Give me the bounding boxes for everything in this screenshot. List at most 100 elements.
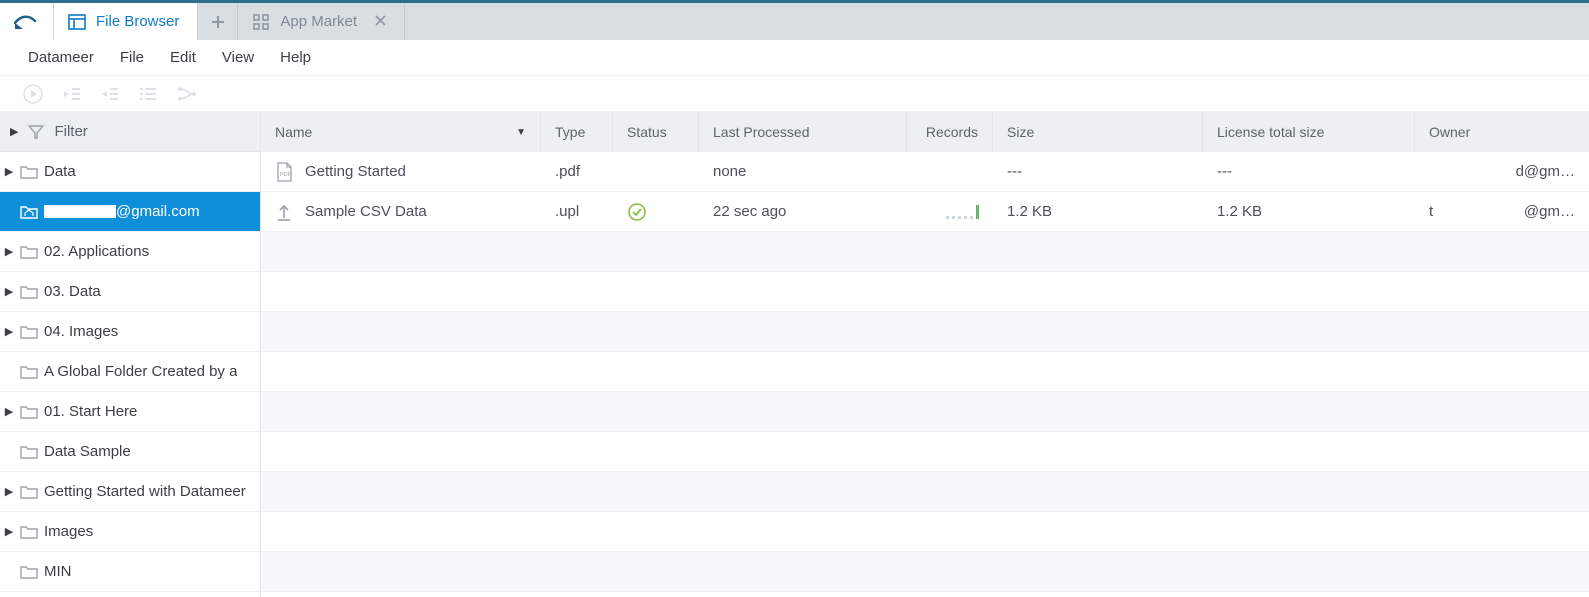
plus-icon bbox=[211, 15, 225, 29]
sidebar-item[interactable]: ▶03. Data bbox=[0, 272, 260, 312]
col-owner[interactable]: Owner bbox=[1415, 112, 1589, 152]
file-table: Name Type Status Last Processed Records … bbox=[261, 112, 1589, 597]
col-license[interactable]: License total size bbox=[1203, 112, 1415, 152]
pdf-file-icon: PDF bbox=[275, 162, 293, 182]
cell-license: 1.2 KB bbox=[1217, 203, 1262, 220]
col-name[interactable]: Name bbox=[261, 112, 541, 152]
outdent-icon bbox=[62, 85, 82, 103]
svg-text:PDF: PDF bbox=[280, 172, 292, 178]
cell-size: 1.2 KB bbox=[1007, 203, 1052, 220]
cell-owner-right: @gm… bbox=[1524, 203, 1575, 220]
folder-icon bbox=[20, 444, 38, 459]
toolbar-button-1[interactable] bbox=[62, 85, 82, 103]
cell-size: --- bbox=[1007, 163, 1022, 180]
toolbar-button-4[interactable] bbox=[176, 85, 198, 103]
sidebar: ▶ Filter ▶ Data @gmail.com ▶ 02. Application… bbox=[0, 112, 261, 597]
table-row-empty bbox=[261, 512, 1589, 552]
table-row-empty bbox=[261, 312, 1589, 352]
folder-icon bbox=[20, 404, 38, 419]
col-type[interactable]: Type bbox=[541, 112, 613, 152]
sidebar-item-label: Data Sample bbox=[44, 443, 131, 460]
col-last[interactable]: Last Processed bbox=[699, 112, 907, 152]
cell-owner-right: d@gm… bbox=[1516, 163, 1575, 180]
app-logo bbox=[0, 3, 54, 40]
col-status[interactable]: Status bbox=[613, 112, 699, 152]
cell-license: --- bbox=[1217, 163, 1232, 180]
sidebar-item[interactable]: ▶ Getting Started with Datameer bbox=[0, 472, 260, 512]
records-sparkline bbox=[946, 205, 979, 219]
cell-name: Getting Started bbox=[305, 163, 406, 180]
home-folder-icon bbox=[20, 204, 38, 219]
main: ▶ Filter ▶ Data @gmail.com ▶ 02. Application… bbox=[0, 112, 1589, 597]
sidebar-item[interactable]: ▶ Data bbox=[0, 152, 260, 192]
sidebar-item-label: 02. Applications bbox=[44, 243, 149, 260]
menu-bar: Datameer File Edit View Help bbox=[0, 40, 1589, 76]
caret-icon: ▶ bbox=[4, 165, 14, 178]
cell-type: .pdf bbox=[555, 163, 580, 180]
caret-icon: ▶ bbox=[4, 485, 14, 498]
table-row-empty bbox=[261, 472, 1589, 512]
table-row[interactable]: Sample CSV Data .upl 22 sec ago 1.2 KB 1.2 K… bbox=[261, 192, 1589, 232]
caret-icon: ▶ bbox=[4, 405, 14, 418]
sidebar-item-label: 01. Start Here bbox=[44, 403, 137, 420]
cell-name: Sample CSV Data bbox=[305, 203, 427, 220]
tab-app-market[interactable]: App Market bbox=[238, 3, 405, 40]
menu-datameer[interactable]: Datameer bbox=[28, 49, 94, 66]
run-button[interactable] bbox=[22, 83, 44, 105]
table-row-empty bbox=[261, 232, 1589, 272]
toolbar bbox=[0, 76, 1589, 112]
toolbar-button-3[interactable] bbox=[138, 85, 158, 103]
sidebar-item-label: MIN bbox=[44, 563, 72, 580]
tab-file-browser-label: File Browser bbox=[96, 13, 179, 30]
folder-icon bbox=[20, 164, 38, 179]
indent-icon bbox=[100, 85, 120, 103]
table-row-empty bbox=[261, 432, 1589, 472]
datameer-logo-icon bbox=[13, 11, 41, 33]
file-browser-icon bbox=[68, 13, 86, 31]
folder-icon bbox=[20, 564, 38, 579]
filter-icon bbox=[28, 124, 44, 140]
menu-help[interactable]: Help bbox=[280, 49, 311, 66]
cell-last: none bbox=[713, 163, 746, 180]
sidebar-item[interactable]: ▶ 02. Applications bbox=[0, 232, 260, 272]
table-row-empty bbox=[261, 272, 1589, 312]
upload-file-icon bbox=[275, 202, 293, 222]
sidebar-item-label: Images bbox=[44, 523, 93, 540]
tab-file-browser[interactable]: File Browser bbox=[54, 3, 198, 40]
redacted-text bbox=[44, 205, 116, 218]
menu-edit[interactable]: Edit bbox=[170, 49, 196, 66]
filter-label: Filter bbox=[54, 123, 87, 140]
sidebar-item[interactable]: A Global Folder Created by a bbox=[0, 352, 260, 392]
cell-type: .upl bbox=[555, 203, 579, 220]
filter-row[interactable]: ▶ Filter bbox=[0, 112, 260, 152]
sidebar-item-label: 04. Images bbox=[44, 323, 118, 340]
sidebar-item[interactable]: ▶Images bbox=[0, 512, 260, 552]
sidebar-item[interactable]: Data Sample bbox=[0, 432, 260, 472]
close-icon[interactable] bbox=[375, 13, 386, 30]
toolbar-button-2[interactable] bbox=[100, 85, 120, 103]
sidebar-item[interactable]: ▶04. Images bbox=[0, 312, 260, 352]
folder-icon bbox=[20, 484, 38, 499]
sidebar-item-label: A Global Folder Created by a bbox=[44, 363, 237, 380]
menu-view[interactable]: View bbox=[222, 49, 254, 66]
sidebar-item[interactable]: @gmail.com bbox=[0, 192, 260, 232]
folder-icon bbox=[20, 364, 38, 379]
cell-last: 22 sec ago bbox=[713, 203, 786, 220]
tab-add-button[interactable] bbox=[198, 3, 238, 40]
play-circle-icon bbox=[22, 83, 44, 105]
cell-owner-left: t bbox=[1429, 203, 1433, 220]
status-ok-icon bbox=[627, 202, 647, 222]
col-records[interactable]: Records bbox=[907, 112, 993, 152]
table-row-empty bbox=[261, 392, 1589, 432]
table-row[interactable]: PDF Getting Started .pdf none --- --- d@gm… bbox=[261, 152, 1589, 192]
menu-file[interactable]: File bbox=[120, 49, 144, 66]
sidebar-item-label: Getting Started with Datameer bbox=[44, 483, 246, 500]
col-size[interactable]: Size bbox=[993, 112, 1203, 152]
sidebar-item[interactable]: MIN bbox=[0, 552, 260, 592]
sidebar-item[interactable]: ▶ 01. Start Here bbox=[0, 392, 260, 432]
table-row-empty bbox=[261, 352, 1589, 392]
sidebar-item-label: Data bbox=[44, 163, 76, 180]
table-body: PDF Getting Started .pdf none --- --- d@gm… Sam… bbox=[261, 152, 1589, 597]
flow-icon bbox=[176, 85, 198, 103]
caret-icon: ▶ bbox=[4, 245, 14, 258]
